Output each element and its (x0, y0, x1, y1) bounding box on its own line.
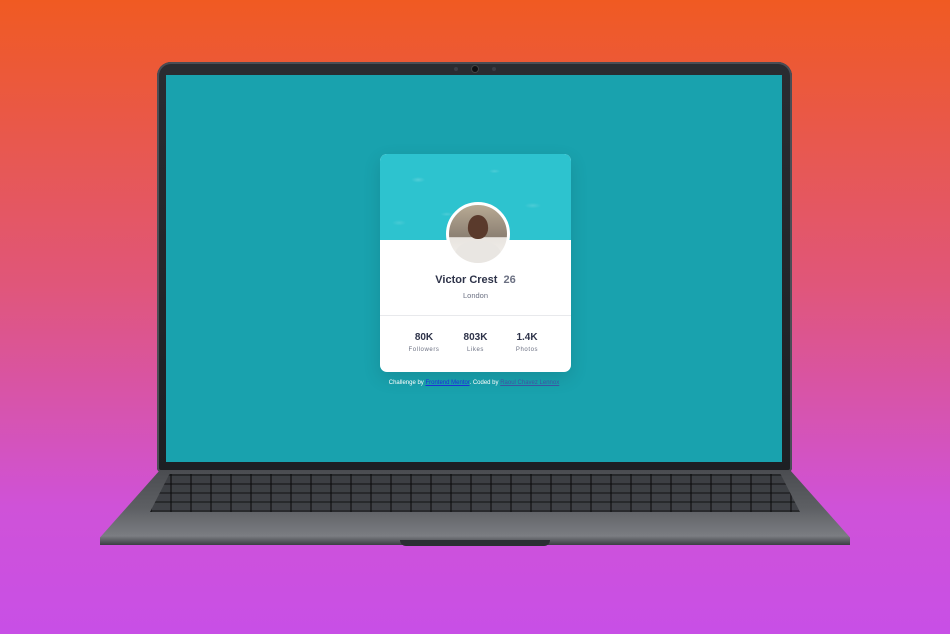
stat-value: 803K (463, 332, 488, 343)
laptop-front-notch (400, 540, 550, 546)
sensor-icon (492, 67, 496, 71)
stat-followers: 80K Followers (400, 332, 448, 353)
profile-location: London (462, 291, 489, 300)
stat-label: Likes (466, 347, 484, 353)
avatar-head-shape (468, 215, 488, 239)
attribution-middle: . Coded by (469, 380, 501, 386)
stat-label: Followers (408, 347, 440, 353)
attribution: Challenge by Frontend Mentor. Coded by R… (166, 380, 782, 386)
card-divider (380, 315, 571, 316)
author-link[interactable]: Raoul Chavez Lennox (500, 380, 559, 386)
laptop-screen: Victor Crest 26 London 80K Followers 803K… (166, 75, 782, 462)
webcam (425, 65, 525, 73)
camera-icon (472, 66, 478, 72)
attribution-prefix: Challenge by (388, 380, 426, 386)
sensor-icon (454, 67, 458, 71)
frontend-mentor-link[interactable]: Frontend Mentor (425, 380, 469, 386)
profile-name: Victor Crest (435, 274, 498, 286)
stat-likes: 803K Likes (452, 332, 500, 353)
profile-card: Victor Crest 26 London 80K Followers 803K… (380, 154, 571, 372)
stat-label: Photos (515, 347, 539, 353)
avatar (446, 202, 510, 266)
stat-value: 80K (414, 332, 434, 343)
stats-row: 80K Followers 803K Likes 1.4K Photos (400, 332, 551, 353)
stat-value: 1.4K (516, 332, 538, 343)
stat-photos: 1.4K Photos (503, 332, 551, 353)
profile-name-row: Victor Crest 26 (380, 274, 571, 286)
avatar-body-shape (455, 241, 501, 263)
keyboard (150, 474, 800, 512)
profile-age: 26 (503, 274, 516, 286)
